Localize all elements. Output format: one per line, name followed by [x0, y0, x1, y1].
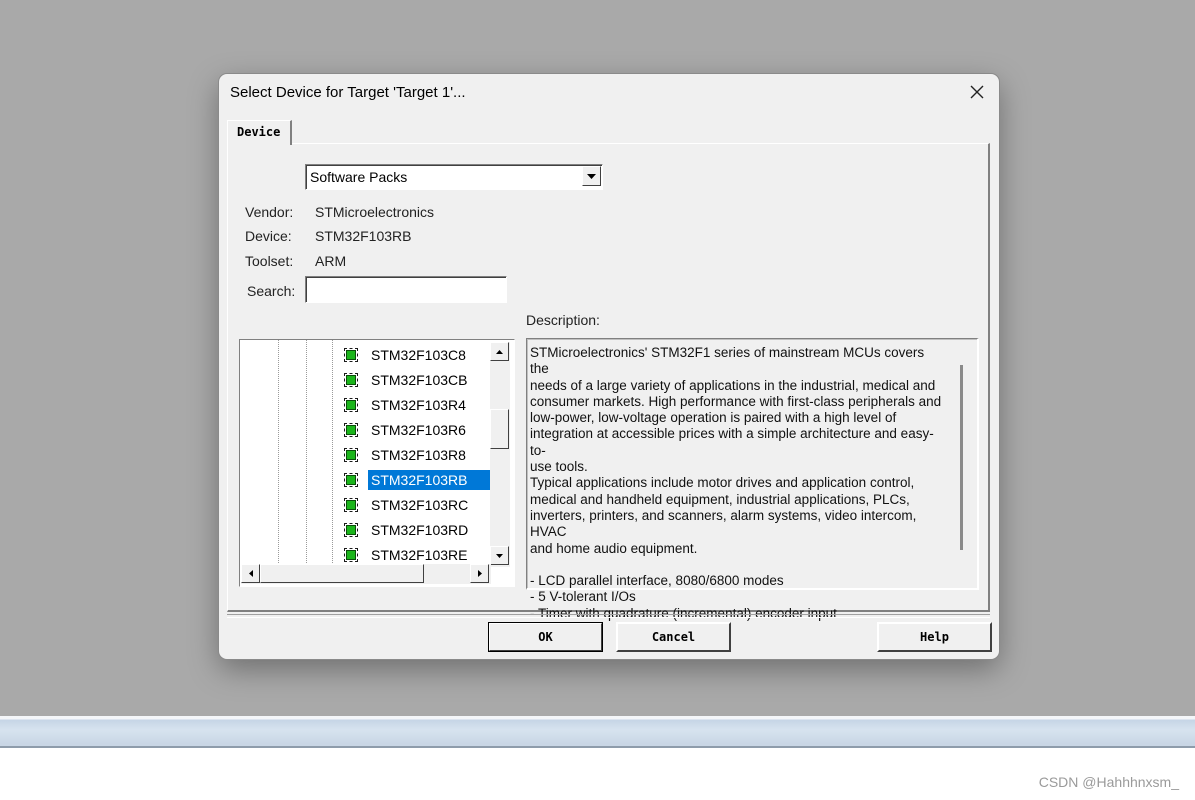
select-device-dialog: Select Device for Target 'Target 1'... D… — [219, 74, 999, 659]
tree-item-label: STM32F103RD — [371, 521, 469, 538]
tree-item[interactable]: STM32F103CB — [344, 367, 470, 392]
tree-item[interactable]: STM32F103RB — [344, 467, 492, 492]
toolset-value: ARM — [315, 253, 347, 269]
tree-guide — [332, 340, 333, 565]
scroll-down-icon[interactable] — [490, 546, 509, 565]
tree-item[interactable]: STM32F103R6 — [344, 417, 469, 442]
chip-icon — [344, 472, 358, 487]
search-label: Search: — [247, 283, 296, 299]
source-select-value: Software Packs — [310, 169, 408, 185]
vendor-value: STMicroelectronics — [315, 204, 435, 220]
tree-item-label: STM32F103R4 — [371, 396, 466, 413]
chip-icon — [344, 522, 358, 537]
tree-item[interactable]: STM32F103R8 — [344, 442, 469, 467]
chip-icon — [344, 422, 358, 437]
search-input[interactable] — [305, 276, 507, 303]
close-icon[interactable] — [963, 80, 991, 104]
cancel-button[interactable]: Cancel — [616, 622, 731, 652]
tree-horizontal-scrollbar[interactable] — [241, 564, 491, 584]
tree-item-label: STM32F103C8 — [371, 346, 466, 363]
vendor-label: Vendor: — [245, 204, 294, 220]
device-tree[interactable]: STM32F103C8 STM32F103CB STM32F103R4 STM32F1… — [239, 339, 515, 587]
tree-item-label: STM32F103R6 — [371, 421, 466, 438]
chip-icon — [344, 547, 358, 562]
dialog-title: Select Device for Target 'Target 1'... — [230, 84, 466, 101]
tree-item-label: STM32F103RC — [371, 496, 469, 513]
tree-item[interactable]: STM32F103C8 — [344, 342, 469, 367]
description-label: Description: — [526, 312, 600, 328]
tree-item-label: STM32F103RE — [371, 546, 468, 563]
source-select[interactable]: Software Packs — [305, 164, 603, 190]
device-label: Device: — [245, 228, 292, 244]
tree-vertical-scrollbar[interactable] — [490, 342, 510, 567]
dialog-separator — [227, 614, 990, 618]
description-box[interactable]: STMicroelectronics' STM32F1 series of ma… — [526, 338, 979, 621]
chip-icon — [344, 372, 358, 387]
tree-item-label: STM32F103CB — [371, 371, 468, 388]
tree-guide — [306, 340, 307, 565]
help-button[interactable]: Help — [877, 622, 992, 652]
tree-guide — [278, 340, 279, 565]
tab-device-label: Device — [237, 125, 281, 139]
tree-item[interactable]: STM32F103RC — [344, 492, 471, 517]
ok-button[interactable]: OK — [488, 622, 603, 652]
description-scrollbar[interactable] — [960, 365, 963, 550]
toolset-label: Toolset: — [245, 253, 294, 269]
watermark: CSDN @Hahhhnxsm_ — [1038, 774, 1179, 790]
chip-icon — [344, 497, 358, 512]
scroll-left-icon[interactable] — [241, 564, 260, 583]
tree-item-label: STM32F103R8 — [371, 446, 466, 463]
tree-hscroll-thumb[interactable] — [260, 564, 424, 583]
chip-icon — [344, 347, 358, 362]
tree-item[interactable]: STM32F103RD — [344, 517, 471, 542]
chip-icon — [344, 447, 358, 462]
tree-vscroll-thumb[interactable] — [490, 409, 509, 449]
device-value: STM32F103RB — [315, 228, 412, 244]
chip-icon — [344, 397, 358, 412]
taskbar-strip — [0, 716, 1195, 748]
tab-device[interactable]: Device — [227, 120, 292, 145]
tree-item[interactable]: STM32F103R4 — [344, 392, 469, 417]
tree-item-label: STM32F103RB — [368, 469, 492, 490]
scroll-up-icon[interactable] — [490, 342, 509, 361]
scroll-right-icon[interactable] — [470, 564, 489, 583]
chevron-down-icon[interactable] — [582, 166, 601, 186]
description-text: STMicroelectronics' STM32F1 series of ma… — [530, 345, 942, 621]
